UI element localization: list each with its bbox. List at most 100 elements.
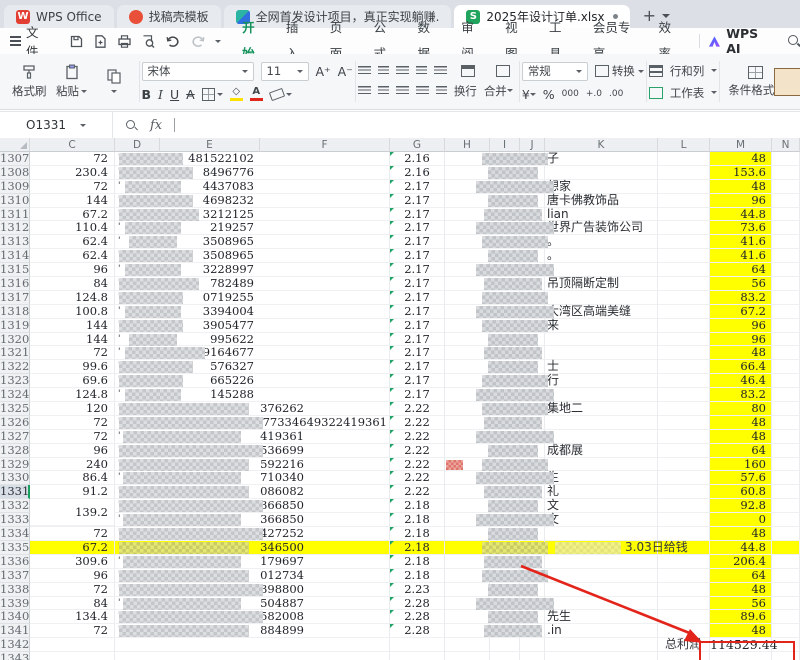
cell-G[interactable]: 2.18 bbox=[390, 568, 445, 583]
cell-G[interactable]: 2.28 bbox=[390, 624, 445, 639]
cell-L[interactable] bbox=[658, 193, 710, 208]
cell-L[interactable] bbox=[658, 610, 710, 625]
row-header-1314[interactable]: 1314 bbox=[0, 249, 30, 264]
print-icon[interactable] bbox=[117, 34, 132, 49]
cell-DEF[interactable]: '3212125 bbox=[115, 207, 390, 222]
cell-H[interactable] bbox=[445, 610, 490, 625]
cell-H[interactable] bbox=[445, 165, 490, 180]
distribute-icon[interactable] bbox=[435, 85, 447, 96]
cell-G[interactable] bbox=[390, 638, 445, 653]
cell-M[interactable]: 41.6 bbox=[710, 249, 772, 264]
cell-M[interactable]: 80 bbox=[710, 402, 772, 416]
formula-input[interactable] bbox=[187, 112, 800, 138]
cell-N[interactable] bbox=[772, 485, 800, 500]
cell-K[interactable]: 子 bbox=[545, 151, 658, 166]
cell-IJ[interactable] bbox=[482, 318, 548, 333]
cell-K[interactable]: 士 bbox=[545, 360, 658, 375]
cell-G[interactable]: 2.17 bbox=[390, 360, 445, 375]
cell-G[interactable]: 2.17 bbox=[390, 304, 445, 319]
row-header-1313[interactable]: 1313 bbox=[0, 235, 30, 250]
cell-C[interactable]: 67.2 bbox=[30, 207, 115, 222]
cell-L[interactable] bbox=[658, 471, 710, 486]
cell-H[interactable] bbox=[445, 499, 490, 514]
cell-IJ[interactable] bbox=[476, 513, 554, 528]
cell-G[interactable]: 2.16 bbox=[390, 152, 445, 166]
cell-M[interactable]: 64 bbox=[710, 568, 772, 583]
row-header-1333[interactable]: 1333 bbox=[0, 513, 30, 528]
cell-K[interactable] bbox=[545, 568, 658, 583]
row-header-1311[interactable]: 1311 bbox=[0, 207, 30, 222]
row-header-1318[interactable]: 1318 bbox=[0, 304, 30, 319]
cell-DEF[interactable]: '0719255 bbox=[115, 290, 390, 305]
merged-cell-C1332[interactable]: 139.2 bbox=[30, 499, 114, 526]
cell-N[interactable] bbox=[772, 402, 800, 416]
cell-K[interactable] bbox=[545, 290, 658, 305]
column-header-K[interactable]: K bbox=[545, 138, 658, 152]
cell-N[interactable] bbox=[772, 304, 800, 319]
cell-C[interactable]: 96 bbox=[30, 443, 115, 458]
cell-IJ[interactable] bbox=[488, 443, 545, 458]
cell-N[interactable] bbox=[772, 540, 800, 555]
cell-N[interactable] bbox=[772, 568, 800, 583]
cell-G[interactable]: 2.17 bbox=[390, 193, 445, 208]
cell-IJ[interactable] bbox=[482, 568, 548, 583]
cell-C[interactable]: 72 bbox=[30, 527, 115, 541]
cell-L[interactable] bbox=[658, 499, 710, 514]
cell-G[interactable]: 2.17 bbox=[390, 263, 445, 278]
cell-N[interactable] bbox=[772, 277, 800, 291]
cell-C[interactable]: 72 bbox=[30, 346, 115, 361]
cell-G[interactable]: 2.17 bbox=[390, 221, 445, 236]
cell-C[interactable]: 96 bbox=[30, 568, 115, 583]
decrease-decimal-button[interactable]: .00 bbox=[609, 89, 623, 99]
cell-M[interactable]: 96 bbox=[710, 318, 772, 333]
column-header-G[interactable]: G bbox=[390, 138, 445, 152]
save-icon[interactable] bbox=[69, 34, 84, 49]
row-header-1307[interactable]: 1307 bbox=[0, 152, 30, 166]
cell-DEF[interactable]: ' 145288 bbox=[115, 388, 390, 403]
cell-L[interactable] bbox=[658, 596, 710, 611]
cell-N[interactable] bbox=[772, 513, 800, 528]
cell-L[interactable] bbox=[658, 527, 710, 541]
row-header-1336[interactable]: 1336 bbox=[0, 554, 30, 569]
cell-N[interactable] bbox=[772, 346, 800, 361]
cell-K[interactable]: 来 bbox=[545, 318, 658, 333]
cell-N[interactable] bbox=[772, 596, 800, 611]
row-header-1315[interactable]: 1315 bbox=[0, 263, 30, 278]
cell-IJ[interactable] bbox=[490, 638, 545, 653]
cell-N[interactable] bbox=[772, 360, 800, 375]
cell-G[interactable]: 2.16 bbox=[390, 165, 445, 180]
cell-C[interactable]: 124.8 bbox=[30, 388, 115, 403]
cell-C[interactable]: 110.4 bbox=[30, 221, 115, 236]
cell-C[interactable]: 72 bbox=[30, 429, 115, 444]
row-header-1312[interactable]: 1312 bbox=[0, 221, 30, 236]
cell-G[interactable]: 2.22 bbox=[390, 485, 445, 500]
row-header-1323[interactable]: 1323 bbox=[0, 374, 30, 389]
cell-G[interactable]: 2.17 bbox=[390, 388, 445, 403]
cell-M[interactable]: 48 bbox=[710, 624, 772, 639]
cell-H[interactable] bbox=[445, 332, 490, 347]
cell-L[interactable] bbox=[658, 360, 710, 375]
cell-C[interactable]: 84 bbox=[30, 277, 115, 291]
cell-M[interactable]: 46.4 bbox=[710, 374, 772, 389]
cell-DEF[interactable]: '536699 bbox=[115, 443, 390, 458]
cell-M[interactable]: 56 bbox=[710, 277, 772, 291]
cell-N[interactable] bbox=[772, 610, 800, 625]
convert-button[interactable]: 转换 bbox=[594, 63, 644, 79]
cell-IJ[interactable] bbox=[482, 374, 548, 389]
eraser-button[interactable] bbox=[268, 87, 292, 101]
cell-L[interactable] bbox=[658, 388, 710, 403]
cell-L[interactable] bbox=[658, 443, 710, 458]
cell-K[interactable] bbox=[545, 527, 658, 541]
cell-M[interactable]: 160 bbox=[710, 457, 772, 472]
cell-N[interactable] bbox=[772, 527, 800, 541]
cell-K[interactable]: 。 bbox=[545, 249, 658, 264]
cell-DEF[interactable]: '481522102 bbox=[115, 151, 390, 166]
cell-L[interactable] bbox=[658, 235, 710, 250]
cell-IJ[interactable] bbox=[488, 332, 545, 347]
cell-C[interactable] bbox=[30, 638, 115, 653]
cell-DEF[interactable]: ' 419361 bbox=[115, 429, 390, 444]
number-format-select[interactable]: 常规 bbox=[521, 61, 588, 81]
font-name-select[interactable]: 宋体 bbox=[141, 61, 254, 81]
cell-M[interactable]: 41.6 bbox=[710, 235, 772, 250]
cell-M[interactable]: 48 bbox=[710, 582, 772, 597]
